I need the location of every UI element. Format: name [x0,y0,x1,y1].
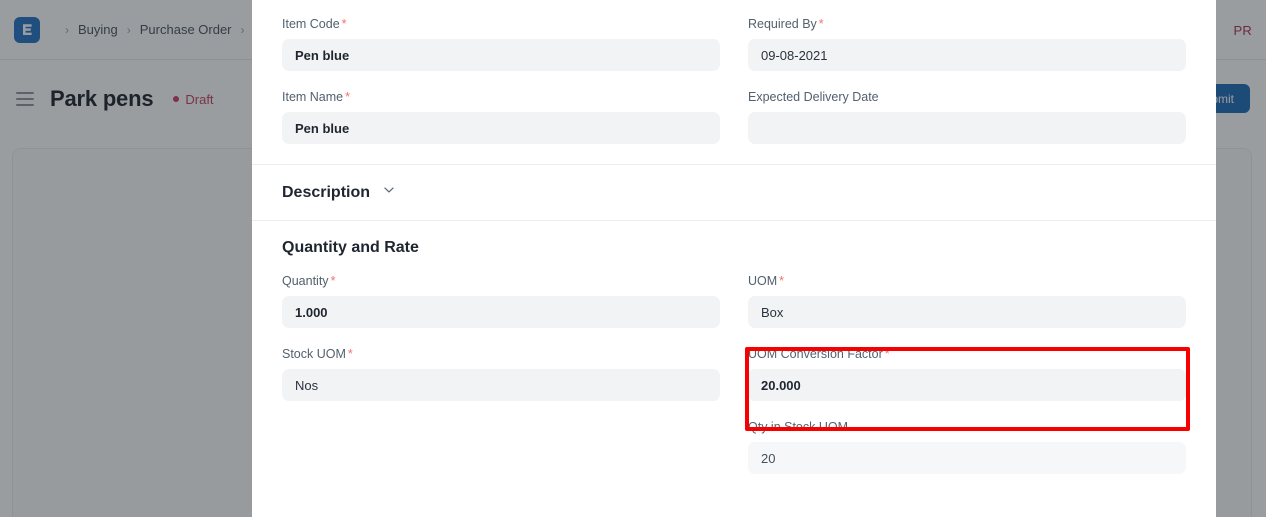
field-label-stock-uom: Stock UOM* [282,346,720,362]
field-item-name: Item Name* Pen blue [282,89,720,144]
input-uom-conversion-factor[interactable]: 20.000 [748,369,1186,401]
input-expected-delivery-date[interactable] [748,112,1186,144]
input-item-code[interactable]: Pen blue [282,39,720,71]
label-text: Item Code [282,17,340,31]
required-marker: * [342,17,347,31]
quantity-columns: Quantity* 1.000 Stock UOM* Nos [282,273,1186,474]
item-details-right-column: Required By* 09-08-2021 Expected Deliver… [748,16,1186,144]
quantity-right-column: UOM* Box UOM Conversion Factor* 20.000 [748,273,1186,474]
field-label-uom-conversion-factor: UOM Conversion Factor* [748,346,1186,362]
required-marker: * [345,90,350,104]
chevron-down-icon[interactable] [382,183,396,202]
input-stock-uom[interactable]: Nos [282,369,720,401]
field-qty-in-stock-uom: Qty in Stock UOM 20 [748,419,1186,474]
field-label-quantity: Quantity* [282,273,720,289]
input-qty-in-stock-uom[interactable]: 20 [748,442,1186,474]
field-uom: UOM* Box [748,273,1186,328]
section-toggle-description[interactable]: Description [252,165,1216,220]
field-uom-conversion-factor: UOM Conversion Factor* 20.000 [748,346,1186,401]
required-marker: * [885,347,890,361]
field-label-item-code: Item Code* [282,16,720,32]
label-text: Quantity [282,274,329,288]
input-required-by[interactable]: 09-08-2021 [748,39,1186,71]
section-heading-quantity-and-rate: Quantity and Rate [282,239,1186,257]
field-expected-delivery-date: Expected Delivery Date [748,89,1186,144]
required-marker: * [331,274,336,288]
section-item-details: Item Code* Pen blue Item Name* Pen blue [252,0,1216,164]
quantity-left-column: Quantity* 1.000 Stock UOM* Nos [282,273,720,474]
input-item-name[interactable]: Pen blue [282,112,720,144]
section-quantity-and-rate: Quantity and Rate Quantity* 1.000 Stock … [252,221,1216,494]
label-text: UOM Conversion Factor [748,347,883,361]
item-details-left-column: Item Code* Pen blue Item Name* Pen blue [282,16,720,144]
label-text: UOM [748,274,777,288]
required-marker: * [819,17,824,31]
label-text: Qty in Stock UOM [748,420,848,434]
item-detail-dialog: Item Code* Pen blue Item Name* Pen blue [252,0,1216,517]
field-label-item-name: Item Name* [282,89,720,105]
label-text: Item Name [282,90,343,104]
label-text: Required By [748,17,817,31]
field-label-uom: UOM* [748,273,1186,289]
field-label-qty-in-stock-uom: Qty in Stock UOM [748,419,1186,435]
field-label-required-by: Required By* [748,16,1186,32]
field-quantity: Quantity* 1.000 [282,273,720,328]
input-uom[interactable]: Box [748,296,1186,328]
dialog-body: Item Code* Pen blue Item Name* Pen blue [252,0,1216,494]
section-title-description: Description [282,184,370,202]
required-marker: * [348,347,353,361]
item-details-columns: Item Code* Pen blue Item Name* Pen blue [282,16,1186,144]
field-required-by: Required By* 09-08-2021 [748,16,1186,71]
input-quantity[interactable]: 1.000 [282,296,720,328]
field-stock-uom: Stock UOM* Nos [282,346,720,401]
required-marker: * [779,274,784,288]
label-text: Stock UOM [282,347,346,361]
app-root: › Buying › Purchase Order › PR Park pens… [0,0,1266,517]
label-text: Expected Delivery Date [748,90,879,104]
field-label-expected-delivery-date: Expected Delivery Date [748,89,1186,105]
field-item-code: Item Code* Pen blue [282,16,720,71]
